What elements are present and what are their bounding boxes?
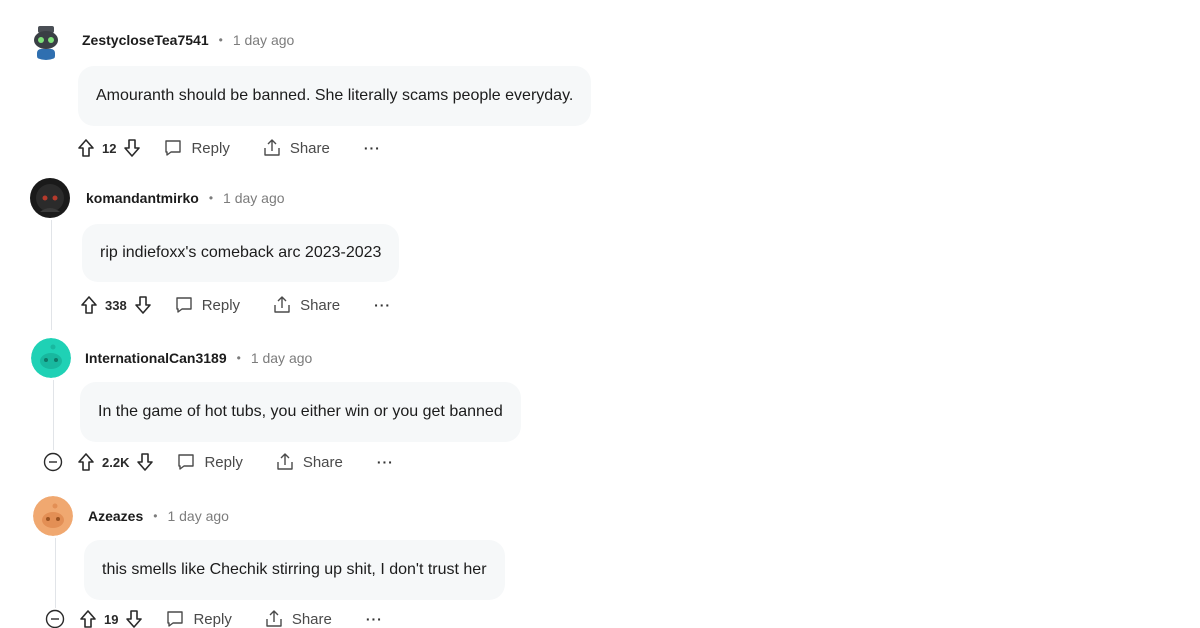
username[interactable]: Azeazes bbox=[88, 508, 143, 524]
user-avatar[interactable] bbox=[31, 338, 71, 378]
comment-body: In the game of hot tubs, you either win … bbox=[80, 382, 521, 442]
vote-count: 2.2K bbox=[102, 454, 130, 470]
upvote-button[interactable] bbox=[79, 609, 97, 628]
comment-body: Amouranth should be banned. She literall… bbox=[78, 66, 592, 126]
downvote-button[interactable] bbox=[134, 295, 152, 315]
share-icon bbox=[277, 453, 293, 470]
upvote-button[interactable] bbox=[77, 138, 95, 158]
comment-body: rip indiefoxx's comeback arc 2023-2023 bbox=[82, 224, 400, 282]
share-label: Share bbox=[289, 139, 330, 157]
comment-bubble-icon bbox=[176, 297, 192, 313]
share-button[interactable]: Share bbox=[275, 452, 343, 472]
vote-count: 338 bbox=[105, 297, 127, 313]
user-avatar[interactable] bbox=[33, 496, 73, 536]
reply-button[interactable]: Reply bbox=[176, 452, 243, 472]
collapse-minus-icon bbox=[43, 452, 63, 472]
downvote-arrow-icon bbox=[137, 453, 154, 471]
share-label: Share bbox=[300, 296, 341, 314]
comment-bubble-icon bbox=[165, 140, 182, 156]
downvote-button[interactable] bbox=[125, 609, 143, 628]
thread-line[interactable] bbox=[55, 538, 56, 608]
reply-label: Reply bbox=[204, 453, 243, 471]
share-button[interactable]: Share bbox=[264, 609, 332, 628]
timestamp[interactable]: 1 day ago bbox=[167, 508, 229, 524]
comment-actions: 2.2K Reply Share ··· bbox=[43, 450, 394, 474]
downvote-arrow-icon bbox=[126, 610, 143, 628]
timestamp[interactable]: 1 day ago bbox=[251, 350, 313, 366]
separator-dot: • bbox=[236, 351, 241, 365]
thread-line[interactable] bbox=[51, 220, 52, 330]
separator-dot: • bbox=[153, 509, 158, 523]
share-icon bbox=[266, 610, 282, 627]
share-icon bbox=[264, 139, 280, 156]
more-options-button[interactable]: ··· bbox=[377, 454, 394, 470]
upvote-button[interactable] bbox=[77, 452, 95, 472]
upvote-arrow-icon bbox=[81, 296, 97, 314]
share-icon bbox=[274, 296, 290, 313]
share-label: Share bbox=[291, 610, 332, 628]
username[interactable]: InternationalCan3189 bbox=[85, 350, 227, 366]
upvote-button[interactable] bbox=[80, 295, 98, 315]
upvote-arrow-icon bbox=[80, 610, 96, 628]
timestamp[interactable]: 1 day ago bbox=[223, 190, 285, 206]
comment-actions: 338 Reply Share ··· bbox=[80, 293, 391, 317]
comment-actions: 19 Reply Share ··· bbox=[45, 607, 383, 628]
snoo-avatar-icon bbox=[26, 20, 66, 60]
snoo-avatar-icon bbox=[30, 178, 70, 218]
comment-bubble-icon bbox=[178, 454, 195, 470]
downvote-button[interactable] bbox=[136, 452, 154, 472]
username[interactable]: komandantmirko bbox=[86, 190, 199, 206]
more-options-button[interactable]: ··· bbox=[366, 611, 383, 627]
separator-dot: • bbox=[218, 33, 223, 47]
reply-button[interactable]: Reply bbox=[165, 609, 232, 628]
collapse-thread-button[interactable] bbox=[43, 452, 63, 472]
collapse-minus-icon bbox=[45, 609, 65, 628]
share-button[interactable]: Share bbox=[272, 295, 340, 315]
upvote-arrow-icon bbox=[78, 453, 94, 471]
comment-body: this smells like Chechik stirring up shi… bbox=[84, 540, 505, 600]
reply-button[interactable]: Reply bbox=[174, 295, 240, 315]
snoo-avatar-icon bbox=[33, 496, 73, 536]
more-options-button[interactable]: ··· bbox=[364, 140, 381, 156]
share-button[interactable]: Share bbox=[262, 138, 330, 158]
upvote-arrow-icon bbox=[78, 139, 94, 157]
collapse-thread-button[interactable] bbox=[45, 609, 65, 628]
username[interactable]: ZestycloseTea7541 bbox=[82, 32, 209, 48]
downvote-arrow-icon bbox=[134, 296, 151, 314]
user-avatar[interactable] bbox=[30, 178, 70, 218]
snoo-avatar-icon bbox=[31, 338, 71, 378]
comment-actions: 12 Reply Share ··· bbox=[77, 136, 381, 160]
thread-line[interactable] bbox=[53, 380, 54, 450]
vote-count: 12 bbox=[102, 140, 117, 156]
timestamp[interactable]: 1 day ago bbox=[233, 32, 295, 48]
reply-button[interactable]: Reply bbox=[163, 138, 230, 158]
vote-count: 19 bbox=[104, 611, 119, 627]
share-label: Share bbox=[302, 453, 343, 471]
downvote-arrow-icon bbox=[124, 139, 141, 157]
comment-bubble-icon bbox=[167, 611, 184, 627]
comment-thread: ZestycloseTea7541 • 1 day ago Amouranth … bbox=[0, 0, 1200, 628]
reply-label: Reply bbox=[193, 610, 232, 628]
separator-dot: • bbox=[208, 191, 214, 205]
user-avatar[interactable] bbox=[26, 20, 66, 60]
reply-label: Reply bbox=[201, 296, 241, 314]
reply-label: Reply bbox=[191, 139, 230, 157]
more-options-button[interactable]: ··· bbox=[374, 297, 391, 313]
downvote-button[interactable] bbox=[123, 138, 141, 158]
